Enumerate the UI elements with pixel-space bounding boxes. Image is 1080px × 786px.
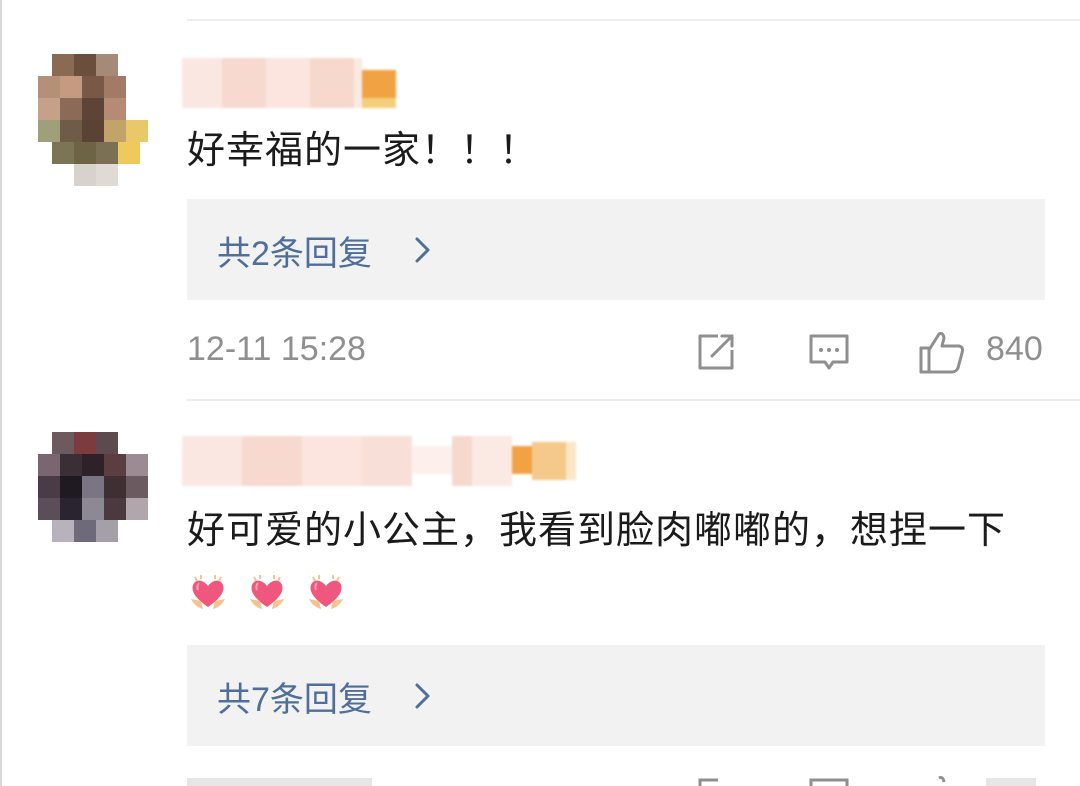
- username-blurred[interactable]: [182, 436, 582, 486]
- top-divider: [187, 19, 1080, 21]
- like-icon[interactable]: [917, 330, 967, 374]
- share-icon[interactable]: [694, 330, 738, 374]
- like-icon[interactable]: [917, 774, 967, 786]
- chevron-right-icon: [415, 237, 430, 263]
- comment-meta: 12-11 15:28 840: [187, 330, 1047, 380]
- username-blurred[interactable]: [182, 58, 402, 108]
- reply-count-label: 共2条回复: [217, 235, 372, 273]
- reply-count-label: 共7条回复: [217, 681, 372, 719]
- comment-text-body: 好可爱的小公主，我看到脸肉嘟嘟的，想捏一下: [187, 508, 1007, 552]
- avatar[interactable]: [38, 52, 148, 186]
- share-icon[interactable]: [694, 774, 738, 786]
- view-replies-button[interactable]: 共7条回复: [187, 645, 1045, 746]
- comment-divider: [187, 399, 1080, 401]
- comment-text: 好幸福的一家！！！: [187, 128, 539, 172]
- heart-hands-emoji: [246, 568, 288, 609]
- chevron-right-icon: [415, 683, 430, 709]
- like-count: [986, 778, 1036, 786]
- comment-meta: [187, 774, 1047, 786]
- left-edge-border: [0, 0, 2, 786]
- view-replies-button[interactable]: 共2条回复: [187, 199, 1045, 300]
- heart-hands-emoji: [305, 568, 347, 609]
- timestamp: 12-11 15:28: [187, 330, 366, 368]
- like-count: 840: [986, 330, 1043, 368]
- avatar[interactable]: [38, 432, 148, 562]
- timestamp: [187, 778, 372, 786]
- comment-icon[interactable]: [807, 330, 851, 374]
- heart-hands-emoji: [187, 568, 229, 609]
- comment-text: 好可爱的小公主，我看到脸肉嘟嘟的，想捏一下: [187, 498, 1047, 626]
- comment-icon[interactable]: [807, 774, 851, 786]
